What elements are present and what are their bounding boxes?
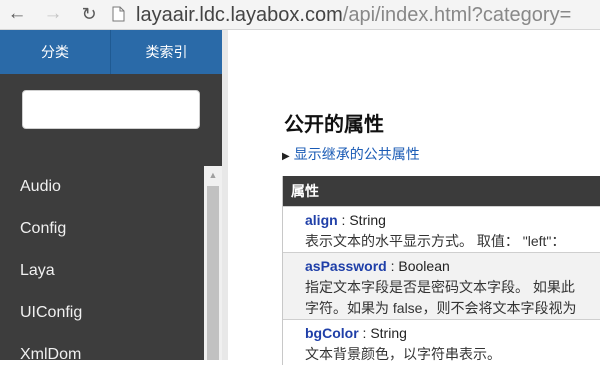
- main-content: 公开的属性 ▶ 显示继承的公共属性 属性 align : String 表示文本的…: [222, 30, 600, 365]
- table-row: bgColor : String 文本背景颜色，以字符串表示。: [283, 319, 600, 365]
- reload-icon[interactable]: ↻: [78, 3, 100, 25]
- class-item-config[interactable]: Config: [0, 208, 204, 250]
- class-item-uiconfig[interactable]: UIConfig: [0, 292, 204, 334]
- property-description: 指定文本字段是否是密码文本字段。 如果此: [305, 279, 575, 295]
- property-description: 字符。如果为 false，则不会将文本字段视为: [305, 300, 577, 316]
- table-header: 属性: [283, 176, 600, 206]
- property-description: 文本背景颜色，以字符串表示。: [305, 346, 501, 362]
- property-name-link[interactable]: align: [305, 212, 338, 228]
- page-title: 公开的属性: [284, 114, 384, 136]
- property-name-link[interactable]: bgColor: [305, 325, 359, 341]
- main-scroll-track: [222, 30, 228, 360]
- sidebar: 分类 类索引 Audio Config Laya UIConfig XmlDom…: [0, 30, 222, 363]
- tab-category[interactable]: 分类: [0, 30, 110, 74]
- show-inherited-label: 显示继承的公共属性: [293, 146, 420, 162]
- back-arrow-icon[interactable]: ←: [6, 3, 28, 25]
- property-type: : String: [337, 212, 386, 228]
- class-item-laya[interactable]: Laya: [0, 250, 204, 292]
- property-type: : Boolean: [386, 258, 450, 274]
- url-host: layaair.ldc.layabox.com: [136, 4, 343, 26]
- property-description: 表示文本的水平显示方式。 取值： "left"：: [305, 233, 566, 249]
- browser-toolbar: ← → ↻ layaair.ldc.layabox.com/api/index.…: [0, 0, 600, 30]
- class-item-xmldom[interactable]: XmlDom: [0, 334, 204, 376]
- url-path: /api/index.html?category=: [342, 4, 572, 26]
- triangle-right-icon: ▶: [282, 151, 290, 162]
- table-row: asPassword : Boolean 指定文本字段是否是密码文本字段。 如果…: [283, 252, 600, 319]
- forward-arrow-icon[interactable]: →: [42, 3, 64, 25]
- tab-class-index[interactable]: 类索引: [111, 30, 222, 74]
- properties-table: 属性 align : String 表示文本的水平显示方式。 取值： "left…: [282, 176, 600, 365]
- class-list: Audio Config Laya UIConfig XmlDom: [0, 166, 204, 376]
- address-bar[interactable]: layaair.ldc.layabox.com/api/index.html?c…: [136, 4, 571, 26]
- table-row: align : String 表示文本的水平显示方式。 取值： "left"：: [283, 206, 600, 252]
- sidebar-scrollbar[interactable]: ▲: [204, 166, 222, 360]
- page-icon: [112, 6, 125, 22]
- search-input[interactable]: [22, 90, 200, 129]
- property-type: : String: [358, 325, 407, 341]
- show-inherited-link[interactable]: ▶ 显示继承的公共属性: [282, 144, 420, 164]
- class-item-audio[interactable]: Audio: [0, 166, 204, 208]
- scroll-up-arrow-icon[interactable]: ▲: [204, 166, 222, 184]
- sidebar-tabs: 分类 类索引: [0, 30, 222, 74]
- scroll-thumb[interactable]: [207, 186, 219, 360]
- property-name-link[interactable]: asPassword: [305, 258, 387, 274]
